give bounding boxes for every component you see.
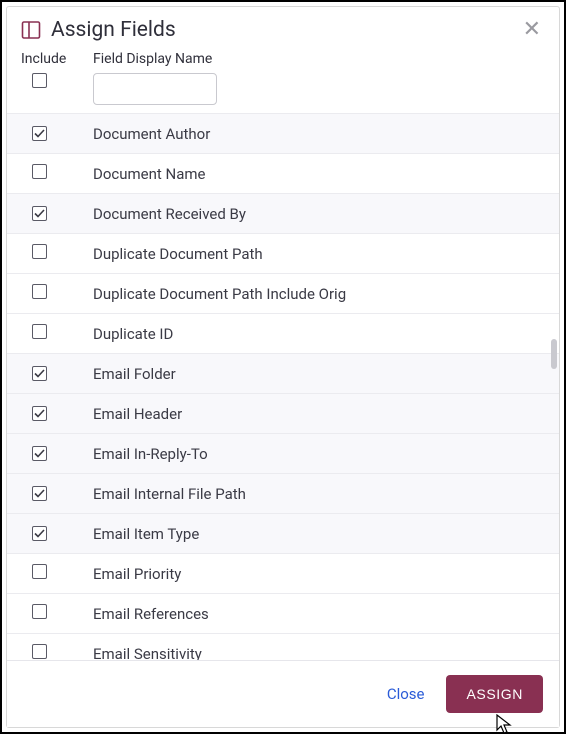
include-checkbox[interactable] [32,126,47,141]
field-label: Email Sensitivity [93,645,545,661]
field-name-filter-input[interactable] [93,73,217,105]
field-row: Email Folder [7,353,559,393]
include-checkbox[interactable] [32,324,47,339]
field-row: Email Internal File Path [7,473,559,513]
field-label: Email Internal File Path [93,485,545,503]
include-checkbox[interactable] [32,206,47,221]
field-label: Document Received By [93,205,545,223]
assign-fields-dialog: Assign Fields ✕ Include Field Display Na… [6,6,560,728]
field-label: Document Name [93,165,545,183]
column-header-field-name: Field Display Name [93,51,212,67]
include-checkbox[interactable] [32,446,47,461]
field-row: Document Author [7,113,559,153]
field-label: Duplicate ID [93,325,545,343]
include-checkbox[interactable] [32,284,47,299]
field-label: Email References [93,605,545,623]
include-checkbox[interactable] [32,244,47,259]
fields-scroll-area: Document Author Document Name Document Rec… [7,113,559,660]
field-label: Email Folder [93,365,545,383]
include-checkbox[interactable] [32,526,47,541]
include-checkbox[interactable] [32,486,47,501]
field-row: Email In-Reply-To [7,433,559,473]
field-row: Document Received By [7,193,559,233]
field-row: Email Priority [7,553,559,593]
scrollbar-thumb[interactable] [551,339,557,369]
assign-button[interactable]: ASSIGN [446,675,543,713]
field-row: Document Name [7,153,559,193]
columns-icon [21,20,41,40]
filter-row: Include Field Display Name [7,51,559,113]
include-checkbox[interactable] [32,644,47,659]
include-checkbox[interactable] [32,366,47,381]
field-row: Email Item Type [7,513,559,553]
field-row: Email References [7,593,559,633]
dialog-footer: Close ASSIGN [7,660,559,727]
field-row: Email Header [7,393,559,433]
include-checkbox[interactable] [32,164,47,179]
close-button[interactable]: Close [387,685,425,703]
dialog-header: Assign Fields ✕ [7,7,559,51]
field-label: Email Priority [93,565,545,583]
field-label: Duplicate Document Path Include Orig [93,285,545,303]
field-label: Email Item Type [93,525,545,543]
field-row: Email Sensitivity [7,633,559,660]
include-checkbox[interactable] [32,406,47,421]
field-row: Duplicate Document Path [7,233,559,273]
include-checkbox[interactable] [32,604,47,619]
field-label: Document Author [93,125,545,143]
close-icon[interactable]: ✕ [519,17,545,43]
field-row: Duplicate ID [7,313,559,353]
dialog-title: Assign Fields [51,18,176,42]
field-label: Email In-Reply-To [93,445,545,463]
field-label: Duplicate Document Path [93,245,545,263]
include-checkbox[interactable] [32,564,47,579]
field-label: Email Header [93,405,545,423]
include-all-checkbox[interactable] [32,73,47,88]
column-header-include: Include [21,51,66,67]
field-row: Duplicate Document Path Include Orig [7,273,559,313]
